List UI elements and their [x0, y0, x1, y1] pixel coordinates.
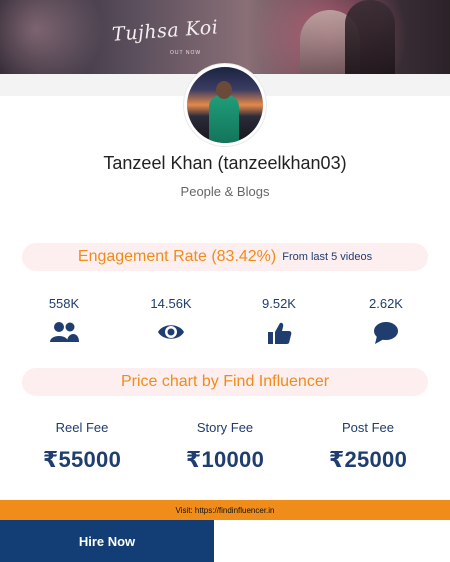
- stat-value: 9.52K: [262, 296, 296, 311]
- eye-icon: [156, 321, 186, 345]
- stat-value: 14.56K: [150, 296, 192, 311]
- profile-name: Tanzeel Khan (tanzeelkhan03): [103, 153, 347, 173]
- thumbs-up-icon: [264, 321, 294, 345]
- fee-story: Story Fee ₹10000: [155, 420, 295, 473]
- avatar-figure-head: [216, 81, 232, 99]
- banner-subtitle: OUT NOW: [170, 50, 202, 56]
- fee-amount: ₹10000: [185, 447, 265, 472]
- stat-value: 2.62K: [369, 296, 403, 311]
- engagement-rate: Engagement Rate (83.42%): [77, 248, 277, 265]
- stat-views: 14.56K: [131, 296, 211, 345]
- avatar-photo: [187, 67, 263, 143]
- engagement-note: From last 5 videos: [282, 251, 373, 263]
- stat-likes: 9.52K: [239, 296, 319, 345]
- fee-reel: Reel Fee ₹55000: [12, 420, 152, 473]
- cover-banner: Tujhsa Koi OUT NOW: [0, 0, 450, 74]
- avatar: [184, 64, 266, 146]
- banner-title: Tujhsa Koi: [111, 16, 219, 46]
- fee-label: Story Fee: [196, 420, 254, 435]
- stat-subscribers: 558K: [24, 296, 104, 345]
- price-chart-title: Price chart by Find Influencer: [120, 373, 330, 390]
- hire-now-button[interactable]: Hire Now: [0, 520, 214, 562]
- users-icon: [49, 321, 79, 345]
- fee-label: Post Fee: [341, 420, 395, 435]
- avatar-figure-body: [209, 95, 239, 143]
- profile-category: People & Blogs: [180, 184, 270, 199]
- banner-figure-second: [345, 0, 395, 74]
- banner-glow-left: [0, 0, 120, 74]
- stats-row: 558K 14.56K 9.52K 2.62K: [0, 296, 450, 356]
- engagement-pill: Engagement Rate (83.42%) From last 5 vid…: [22, 243, 428, 271]
- fee-amount: ₹55000: [42, 447, 122, 472]
- visit-link[interactable]: Visit: https://findinfluencer.in: [0, 500, 450, 520]
- stat-value: 558K: [48, 296, 80, 311]
- fee-label: Reel Fee: [55, 420, 109, 435]
- fee-amount: ₹25000: [328, 447, 408, 472]
- fee-post: Post Fee ₹25000: [298, 420, 438, 473]
- comment-icon: [371, 321, 401, 345]
- stat-comments: 2.62K: [346, 296, 426, 345]
- price-chart-pill: Price chart by Find Influencer: [22, 368, 428, 396]
